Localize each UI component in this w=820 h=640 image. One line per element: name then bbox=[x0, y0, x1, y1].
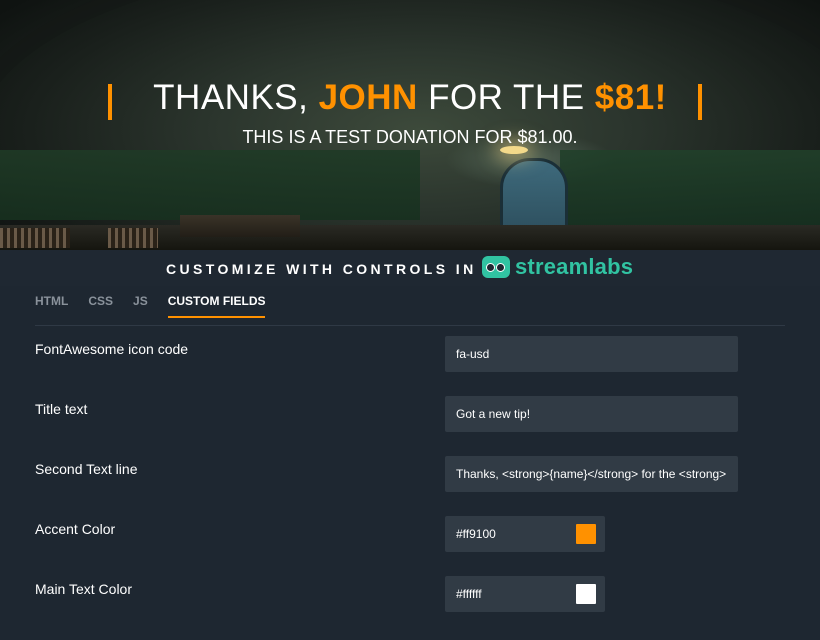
streamlabs-logo-text: streamlabs bbox=[515, 254, 634, 279]
icon-code-input[interactable]: fa-usd bbox=[445, 336, 738, 372]
accent-color-swatch[interactable] bbox=[576, 524, 596, 544]
tab-js[interactable]: JS bbox=[133, 294, 148, 318]
field-label-accent-color: Accent Color bbox=[35, 521, 116, 537]
background-crates bbox=[180, 215, 300, 237]
alert-preview: THANKS, JOHN FOR THE $81! THIS IS A TEST… bbox=[0, 0, 820, 250]
streamlabs-logo-icon bbox=[482, 256, 510, 278]
field-label-second-line: Second Text line bbox=[35, 461, 138, 477]
tab-html[interactable]: HTML bbox=[35, 294, 68, 318]
field-label-main-text-color: Main Text Color bbox=[35, 581, 133, 597]
field-label-title-text: Title text bbox=[35, 401, 88, 417]
alert-headline: THANKS, JOHN FOR THE $81! bbox=[153, 78, 667, 117]
background-rail bbox=[0, 228, 70, 248]
tab-css[interactable]: CSS bbox=[88, 294, 113, 318]
second-line-input[interactable]: Thanks, <strong>{name}</strong> for the … bbox=[445, 456, 738, 492]
tab-custom-fields[interactable]: CUSTOM FIELDS bbox=[167, 294, 266, 318]
background-wall-left bbox=[0, 150, 420, 220]
main-text-color-swatch[interactable] bbox=[576, 584, 596, 604]
field-label-icon-code: FontAwesome icon code bbox=[35, 341, 189, 357]
background-rail bbox=[108, 228, 158, 248]
donor-name: JOHN bbox=[318, 78, 418, 117]
editor-tabs: HTML CSS JS CUSTOM FIELDS bbox=[35, 294, 285, 318]
donation-amount: $81! bbox=[594, 78, 667, 117]
tab-divider bbox=[35, 325, 785, 326]
controls-banner-text: CUSTOMIZE WITH CONTROLS IN bbox=[166, 261, 477, 277]
background-wall-right bbox=[560, 150, 820, 230]
alert-subline: THIS IS A TEST DONATION FOR $81.00. bbox=[242, 127, 578, 147]
streamlabs-logo[interactable]: streamlabs bbox=[482, 254, 633, 280]
title-text-input[interactable]: Got a new tip! bbox=[445, 396, 738, 432]
